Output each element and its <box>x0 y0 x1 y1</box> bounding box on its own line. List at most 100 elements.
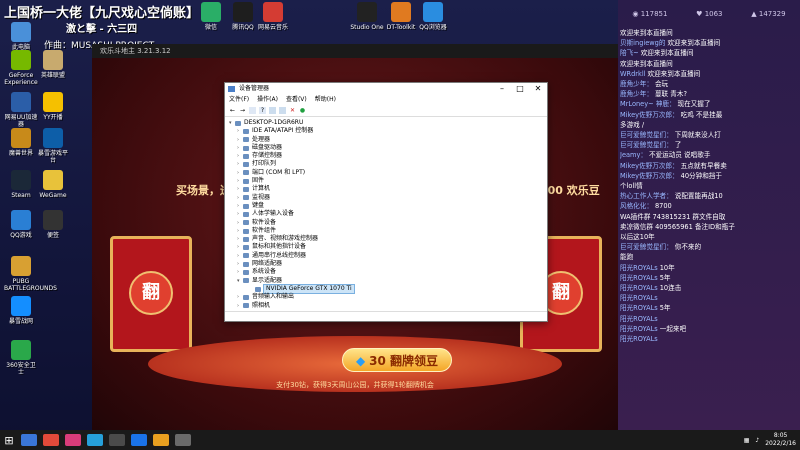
desktop-icon[interactable]: 网易云音乐 <box>256 2 290 31</box>
chat-username[interactable]: 热心工作人学者： <box>620 192 673 200</box>
minimize-button[interactable]: – <box>493 83 511 95</box>
desktop-icon[interactable]: QQ游戏 <box>4 210 38 239</box>
taskbar-app-icon[interactable] <box>43 434 59 446</box>
tree-node[interactable]: › 计算机 <box>229 185 547 193</box>
desktop-icon[interactable]: YY开播 <box>36 92 70 121</box>
chat-username[interactable]: Mikey佐野万次郎： <box>620 111 679 119</box>
chat-username[interactable]: 鹿角少年： <box>620 80 653 88</box>
tree-node[interactable]: › 软件设备 <box>229 219 547 227</box>
start-button[interactable]: ⊞ <box>0 434 18 447</box>
chat-username[interactable]: 风格化化： <box>620 202 653 210</box>
tree-node[interactable]: › 通用串行总线控制器 <box>229 252 547 260</box>
desktop-icon[interactable]: QQ浏览器 <box>416 2 450 31</box>
network-icon[interactable]: ▦ <box>744 437 750 444</box>
tree-node[interactable]: ▾ 显示适配器 <box>229 277 547 285</box>
taskbar-app-icon[interactable] <box>21 434 37 446</box>
maximize-button[interactable]: □ <box>511 83 529 95</box>
taskbar-app-icon[interactable] <box>87 434 103 446</box>
app-icon <box>43 92 63 112</box>
tree-node[interactable]: › 打印队列 <box>229 160 547 168</box>
clock[interactable]: 8:05 2022/2/16 <box>765 432 796 448</box>
taskbar-app-icon[interactable] <box>153 434 169 446</box>
volume-icon[interactable]: ♪ <box>755 437 759 444</box>
tree-node[interactable]: › 磁盘驱动器 <box>229 144 547 152</box>
taskbar-app-icon[interactable] <box>65 434 81 446</box>
device-manager-titlebar[interactable]: 设备管理器 – □ ✕ <box>225 83 547 95</box>
desktop-icon[interactable]: 微信 <box>194 2 228 31</box>
tree-node[interactable]: › 照相机 <box>229 302 547 310</box>
desktop-icon[interactable]: 英雄联盟 <box>36 50 70 79</box>
tree-node[interactable]: › IDE ATA/ATAPI 控制器 <box>229 127 547 135</box>
tree-node[interactable]: › 音频输入和输出 <box>229 293 547 301</box>
desktop-icon[interactable]: PUBG BATTLEGROUNDS <box>4 256 57 292</box>
taskbar-app-icon[interactable] <box>109 434 125 446</box>
flip-card-left[interactable]: 翻 <box>110 236 192 352</box>
chat-username[interactable]: 巨可爱鲸觉星们： <box>620 131 673 139</box>
desktop-icon[interactable]: WeGame <box>36 170 70 199</box>
tree-node[interactable]: › 软件组件 <box>229 227 547 235</box>
tree-node[interactable]: › 监视器 <box>229 194 547 202</box>
menu-item[interactable]: 文件(F) <box>229 95 249 105</box>
clock-time: 8:05 <box>773 432 788 439</box>
chat-username[interactable]: 巨可爱鲸觉星们： <box>620 141 673 149</box>
chat-username[interactable]: 阳光ROYALs <box>620 315 658 323</box>
chat-username[interactable]: WRdrkll <box>620 70 645 78</box>
chat-username[interactable]: Jeamy： <box>620 151 647 159</box>
chat-username[interactable]: 阳光ROYALs <box>620 274 658 282</box>
enable-device-icon[interactable]: ● <box>299 107 306 114</box>
stat-fans: ♥ 1063 <box>696 10 723 18</box>
properties-icon[interactable] <box>249 107 256 114</box>
tree-node[interactable]: › 固件 <box>229 177 547 185</box>
menu-item[interactable]: 帮助(H) <box>315 95 336 105</box>
tree-node[interactable]: › 处理器 <box>229 136 547 144</box>
chat-username[interactable]: 阳光ROYALs <box>620 264 658 272</box>
chat-username[interactable]: MrLoney~ 神鹿： <box>620 100 676 108</box>
flip-claim-button[interactable]: ◆ 30 翻牌领豆 <box>342 348 452 372</box>
tree-node[interactable]: › 端口 (COM 和 LPT) <box>229 169 547 177</box>
chat-username[interactable]: Mikey佐野万次郎： <box>620 172 679 180</box>
help-icon[interactable]: ? <box>259 107 266 114</box>
tree-node[interactable]: › 系统设备 <box>229 268 547 276</box>
desktop-icon[interactable]: 此电脑 <box>4 22 38 51</box>
device-manager-window[interactable]: 设备管理器 – □ ✕ 文件(F) 操作(A) 查看(V) 帮助(H) ← → ? ✕… <box>224 82 548 322</box>
chat-username[interactable]: 巨可爱鲸觉星们： <box>620 243 673 251</box>
desktop-icon[interactable]: 魔兽世界 <box>4 128 38 157</box>
desktop-icon[interactable]: 网易UU加速器 <box>4 92 38 128</box>
desktop-icon[interactable]: GeForce Experience <box>4 50 38 86</box>
chat-username[interactable]: 阳光ROYALs <box>620 284 658 292</box>
tree-node[interactable]: › 人体学输入设备 <box>229 210 547 218</box>
chat-username[interactable]: 贝斯ingiewg的 <box>620 39 665 47</box>
desktop-icon[interactable]: 腾讯QQ <box>226 2 260 31</box>
chat-username[interactable]: 阳光ROYALs <box>620 294 658 302</box>
menu-item[interactable]: 查看(V) <box>286 95 307 105</box>
chat-username[interactable]: 鹿角少年： <box>620 90 653 98</box>
chat-text: 吃鸡 不是挂最 <box>680 110 723 119</box>
chat-username[interactable]: 阳光ROYALs <box>620 335 658 343</box>
chat-username[interactable]: 阳光ROYALs <box>620 325 658 333</box>
chat-username[interactable]: 阳光ROYALs <box>620 304 658 312</box>
back-arrow-icon[interactable]: ← <box>229 107 236 114</box>
desktop-icon[interactable]: 暴雪战网 <box>4 296 38 325</box>
menu-item[interactable]: 操作(A) <box>257 95 278 105</box>
tree-node[interactable]: › 鼠标和其他指针设备 <box>229 243 547 251</box>
scan-hardware-icon[interactable] <box>269 107 276 114</box>
desktop-icon[interactable]: 360安全卫士 <box>4 340 38 376</box>
update-driver-icon[interactable] <box>279 107 286 114</box>
desktop-icon[interactable]: Steam <box>4 170 38 199</box>
tree-node-label: 软件设备 <box>252 218 277 226</box>
taskbar-app-icon[interactable] <box>131 434 147 446</box>
desktop-icon[interactable]: 暴雪游戏平台 <box>36 128 70 164</box>
chat-username[interactable]: Mikey佐野万次郎： <box>620 162 679 170</box>
forward-arrow-icon[interactable]: → <box>239 107 246 114</box>
tree-node[interactable]: NVIDIA GeForce GTX 1070 Ti <box>229 283 547 295</box>
desktop-icon[interactable]: 便签 <box>36 210 70 239</box>
desktop-icon[interactable]: DT-Toolkit <box>384 2 418 31</box>
uninstall-device-icon[interactable]: ✕ <box>289 107 296 114</box>
desktop-icon[interactable]: Studio One <box>350 2 384 31</box>
taskbar-app-icon[interactable] <box>175 434 191 446</box>
tree-node[interactable]: › 网络适配器 <box>229 260 547 268</box>
tree-node[interactable]: › 存储控制器 <box>229 152 547 160</box>
chat-username[interactable]: 陪飞~ <box>620 49 639 57</box>
close-button[interactable]: ✕ <box>529 83 547 95</box>
tree-node-label: 计算机 <box>252 185 271 193</box>
